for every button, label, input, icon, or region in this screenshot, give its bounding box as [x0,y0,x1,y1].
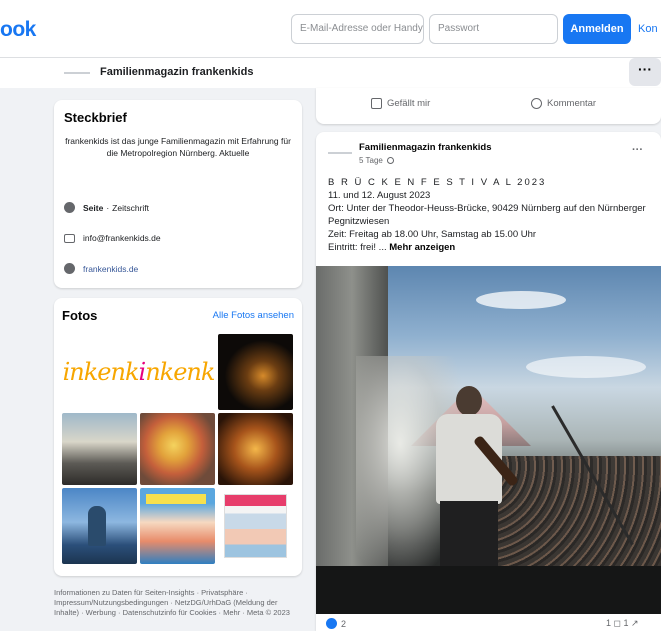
like-label: Gefällt mir [387,98,431,109]
cloud-shape [526,356,646,378]
guitarist-figure [426,386,520,586]
photo-thumbnail[interactable] [140,413,215,485]
comment-label: Kommentar [547,98,597,109]
post-meta: 5 Tage [359,156,394,165]
like-reaction-icon [326,618,337,629]
facebook-logo[interactable]: ook [0,18,36,42]
photo-thumbnail[interactable] [62,488,137,564]
photos-header: Fotos Alle Fotos ansehen [62,308,294,323]
like-button[interactable]: Gefällt mir [371,98,430,109]
photo-thumbnail[interactable] [140,488,215,564]
email-value[interactable]: info@frankenkids.de [83,233,161,243]
post-line: B R Ü C K E N F E S T I V A L 2023 [328,177,547,188]
see-more-link[interactable]: Mehr anzeigen [389,242,455,253]
photos-card: Fotos Alle Fotos ansehen inkenkinkenk [54,298,302,576]
comment-button[interactable]: Kommentar [531,98,596,109]
comment-icon [531,98,542,109]
globe-icon [386,157,394,165]
statue-figure [88,506,106,546]
info-icon [64,202,75,213]
category-prefix: Seite [83,202,104,213]
page-name[interactable]: Familienmagazin frankenkids [100,66,253,78]
comments-shares-count[interactable]: 1 ◻ 1 ↗ [606,618,639,629]
about-description: frankenkids ist das junge Familienmagazi… [65,136,291,158]
reactions-summary[interactable]: 2 [326,618,346,629]
email-input[interactable]: E-Mail-Adresse oder Handynummer [291,14,424,44]
post-image[interactable] [316,266,661,614]
post-line: 11. und 12. August 2023 [328,190,431,201]
post-line: Zeit: Freitag ab 18.00 Uhr, Samstag ab 1… [328,229,537,240]
category-value: Zeitschrift [112,202,150,213]
about-category-row: Seite · Zeitschrift [64,202,149,213]
footer-links[interactable]: Informationen zu Daten für Seiten-Insigh… [54,588,302,618]
category-separator: · [106,202,110,213]
about-title: Steckbrief [64,110,127,125]
magazine-cover [224,494,287,558]
post-author-avatar [328,152,352,154]
photo-thumbnail[interactable] [218,488,293,564]
cloud-shape [476,291,566,309]
all-photos-link[interactable]: Alle Fotos ansehen [213,310,294,321]
page-header-bar: Familienmagazin frankenkids ··· [0,58,661,88]
about-website-row: frankenkids.de [64,263,138,274]
photo-thumbnail[interactable]: inkenkinkenk [62,334,215,410]
login-button[interactable]: Anmelden [563,14,631,44]
magazine-banner [146,494,206,504]
page-more-button[interactable]: ··· [629,58,661,86]
profile-picture-placeholder [64,72,90,74]
post-time[interactable]: 5 Tage [359,156,383,165]
post-line: Ort: Unter der Theodor-Heuss-Brücke, 904… [328,203,646,227]
website-link[interactable]: frankenkids.de [83,264,138,274]
post-line-last: Eintritt: frei! ... Mehr anzeigen [328,242,456,253]
post-action-bar: Gefällt mir Kommentar [316,88,661,124]
mail-icon [64,233,75,243]
top-navigation-bar: ook E-Mail-Adresse oder Handynummer Pass… [0,0,661,58]
post-options-button[interactable]: ··· [632,144,643,156]
photos-title: Fotos [62,308,98,323]
post-author-name[interactable]: Familienmagazin frankenkids [359,142,492,153]
globe-icon [64,263,75,274]
reactions-count: 2 [341,618,347,629]
about-card: Steckbrief frankenkids ist das junge Fam… [54,100,302,288]
photo-thumbnail[interactable] [218,413,293,485]
photo-grid: inkenkinkenk [62,334,294,564]
frankenkids-logo-image: inkenkinkenk [62,358,215,386]
password-input[interactable]: Passwort [429,14,558,44]
post-card: Familienmagazin frankenkids 5 Tage ··· B… [316,132,661,631]
create-account-link[interactable]: Kon [638,23,658,35]
about-email-row: info@frankenkids.de [64,233,161,243]
photo-thumbnail[interactable] [62,413,137,485]
guitarist-head [456,386,482,416]
post-text: B R Ü C K E N F E S T I V A L 2023 11. u… [328,176,658,254]
thumbs-up-icon [371,98,382,109]
photo-thumbnail[interactable] [218,334,293,410]
stage-floor [316,566,661,614]
